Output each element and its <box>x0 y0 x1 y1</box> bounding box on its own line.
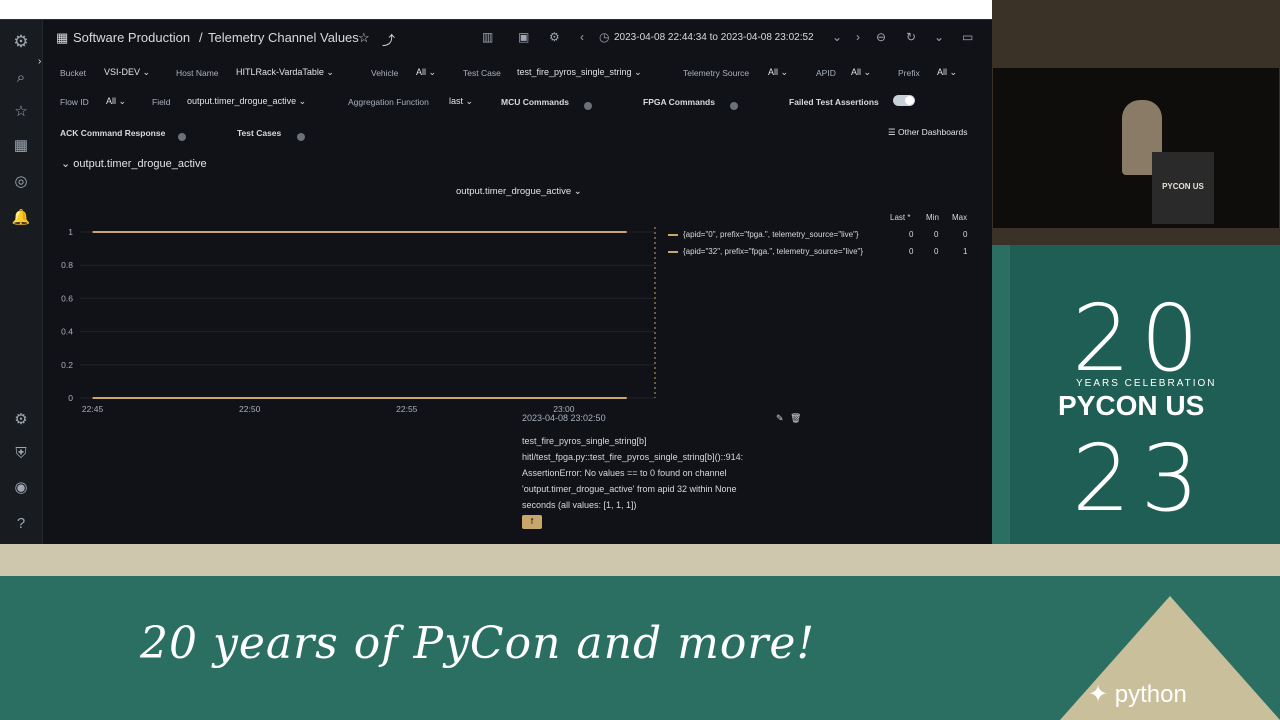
delete-icon[interactable]: 🗑 <box>790 410 801 426</box>
legend-last-value: 0 <box>909 247 914 256</box>
python-icon: ✦ <box>1088 681 1109 708</box>
legend-swatch <box>668 250 678 253</box>
y-tick-label: 1 <box>68 227 73 237</box>
legend-last-value: 0 <box>909 230 914 239</box>
annotation-line: test_fire_pyros_single_string[b] <box>522 436 647 446</box>
legend-item[interactable]: {apid="0", prefix="fpga.", telemetry_sou… <box>668 230 859 239</box>
x-tick-label: 22:55 <box>396 404 418 414</box>
y-tick-label: 0.2 <box>61 360 73 370</box>
python-logo: ✦ python <box>1088 681 1187 708</box>
grafana-dashboard: ⚙ ⌕ ☆ ▦ ◎ 🔔 ⚙ ⛨ ◉ ? › ▦ Software Product… <box>0 19 992 545</box>
decorative-band <box>0 544 1280 576</box>
legend-min-value: 0 <box>934 230 939 239</box>
legend-min-value: 0 <box>934 247 939 256</box>
legend-header-last[interactable]: Last * <box>890 213 910 222</box>
x-tick-label: 22:45 <box>82 404 104 414</box>
top-white-strip <box>0 0 992 19</box>
slide-tagline: 20 years of PyCon and more! <box>140 618 816 669</box>
podium-logo: PYCON US <box>1162 182 1204 191</box>
podium: PYCON US <box>1152 152 1214 224</box>
years-top: 20 <box>1072 285 1210 392</box>
annotation-time: 2023-04-08 23:02:50 <box>522 413 606 423</box>
line-chart: 00.20.40.60.8122:45 22:50 22:55 23:00 <box>61 227 656 414</box>
annotation-line: hitl/test_fpga.py::test_fire_pyros_singl… <box>522 452 744 462</box>
legend-header-max[interactable]: Max <box>952 213 967 222</box>
x-tick-label: 22:50 <box>239 404 261 414</box>
legend-item[interactable]: {apid="32", prefix="fpga.", telemetry_so… <box>668 247 863 256</box>
y-tick-label: 0 <box>68 393 73 403</box>
celebration-text: YEARS CELEBRATION <box>1076 378 1217 389</box>
y-tick-label: 0.8 <box>61 260 73 270</box>
edit-icon[interactable]: ✎ <box>776 410 784 426</box>
legend-max-value: 0 <box>963 230 968 239</box>
legend-swatch <box>668 233 678 236</box>
annotation-line: AssertionError: No values == to 0 found … <box>522 468 727 478</box>
y-tick-label: 0.4 <box>61 327 73 337</box>
annotation-tag[interactable]: f <box>522 515 542 529</box>
legend-max-value: 1 <box>963 247 968 256</box>
years-bottom: 23 <box>1072 425 1210 532</box>
pycon-logo-text: PYCON US <box>1058 390 1205 421</box>
annotation-line: seconds (all values: [1, 1, 1]) <box>522 500 637 510</box>
y-tick-label: 0.6 <box>61 293 73 303</box>
annotation-line: 'output.timer_drogue_active' from apid 3… <box>522 484 737 494</box>
speaker-video: PYCON US <box>992 0 1280 245</box>
anniversary-panel: 20 YEARS CELEBRATION PYCON US 23 <box>1010 245 1280 577</box>
legend-header-min[interactable]: Min <box>926 213 939 222</box>
